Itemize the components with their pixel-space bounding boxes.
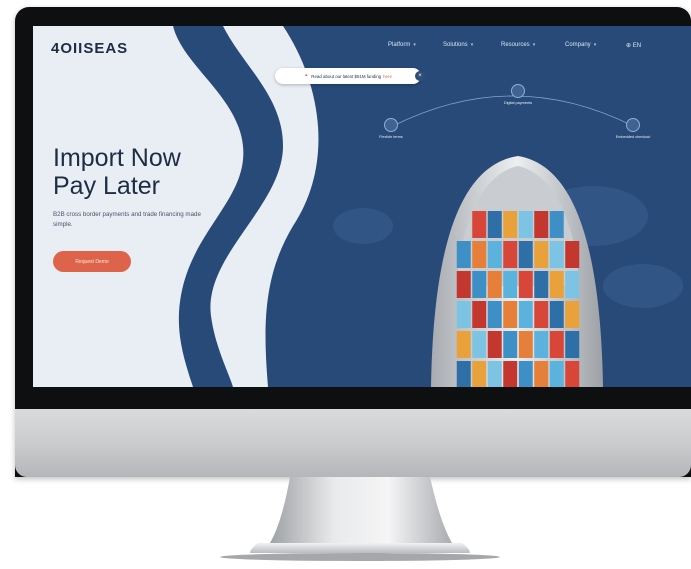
request-demo-button[interactable]: Request Demo [53,251,131,272]
cargo-container [549,331,564,358]
cargo-container [503,301,518,328]
monitor-chin [15,409,691,477]
cargo-container [503,211,518,238]
hero-subtitle: B2B cross border payments and trade fina… [53,211,201,228]
language-selector[interactable]: ⊕ EN [626,42,641,54]
cargo-container [472,361,487,387]
cargo-container [518,271,533,298]
cargo-container [565,301,580,328]
sparkle-icon: ✦ [304,73,309,79]
cargo-container [456,361,471,387]
hero-title: Import Now Pay Later [53,144,181,200]
site-logo[interactable]: 4OIISEAS [51,40,128,57]
feature-digital-payments: Digital payments [498,84,538,106]
checkout-icon [626,118,640,132]
feature-embedded-checkout: Embedded checkout [613,118,653,140]
funding-banner[interactable]: ✦ Read about our latest $51M funding her… [275,68,421,84]
chevron-down-icon: ▾ [532,42,536,48]
cargo-container [518,211,533,238]
calendar-icon [384,118,398,132]
cargo-container [472,271,487,298]
cargo-container [472,211,487,238]
cargo-container [549,241,564,268]
cargo-container [456,331,471,358]
cargo-container [549,211,564,238]
cargo-container [518,241,533,268]
cargo-container [472,301,487,328]
cargo-container [487,241,502,268]
cargo-container [456,271,471,298]
browser-screen: 4OIISEAS Platform ▾ Solutions ▾ Resources ▾… [33,26,691,387]
monitor-stand [220,477,500,561]
cargo-container [534,301,549,328]
payment-icon [511,84,525,98]
cargo-container [565,361,580,387]
globe-icon: ⊕ [626,43,632,49]
cargo-container [534,241,549,268]
cargo-container [487,211,502,238]
cargo-container [503,271,518,298]
cargo-container [549,361,564,387]
cargo-container [487,331,502,358]
nav-resources[interactable]: Resources ▾ [501,42,535,54]
cargo-container [565,271,580,298]
cargo-container [565,331,580,358]
banner-link[interactable]: here [383,74,392,79]
cargo-container [534,211,549,238]
cargo-container [549,301,564,328]
cargo-container [534,331,549,358]
chevron-down-icon: ▾ [593,42,597,48]
cargo-container [565,241,580,268]
nav-company[interactable]: Company ▾ [565,42,596,54]
cargo-container [503,241,518,268]
cargo-container [472,331,487,358]
nav-platform[interactable]: Platform ▾ [388,42,416,54]
cargo-container [456,301,471,328]
close-icon[interactable]: × [415,71,425,81]
cargo-container [487,271,502,298]
cargo-container [518,361,533,387]
cargo-container [518,301,533,328]
cargo-container [518,331,533,358]
nav-solutions[interactable]: Solutions ▾ [443,42,473,54]
cargo-container [487,301,502,328]
feature-flexible-terms: Flexible terms [371,118,411,140]
cargo-container [534,361,549,387]
cargo-container [456,241,471,268]
cargo-container [472,241,487,268]
cargo-container [549,271,564,298]
chevron-down-icon: ▾ [470,42,474,48]
cargo-container [503,361,518,387]
cargo-container [534,271,549,298]
chevron-down-icon: ▾ [413,42,416,48]
cargo-container [503,331,518,358]
cargo-container [487,361,502,387]
